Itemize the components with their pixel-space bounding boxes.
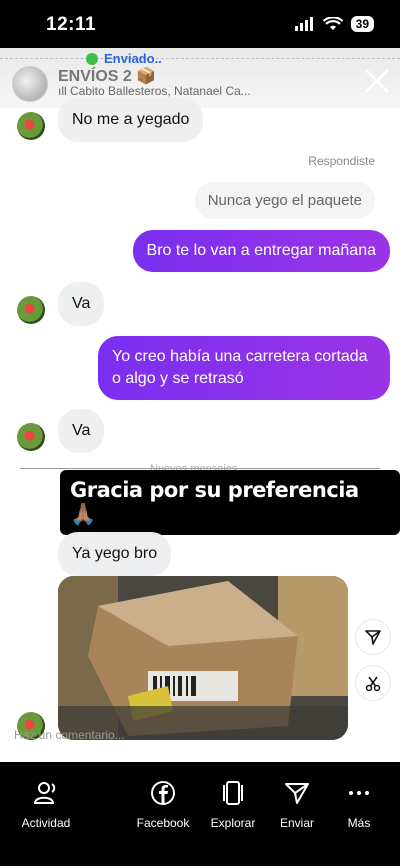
- nav-facebook[interactable]: Facebook: [123, 778, 203, 830]
- signal-icon: [294, 17, 313, 31]
- online-dot-icon: [86, 53, 98, 65]
- status-bar: 12:11 39: [0, 0, 400, 48]
- story-content[interactable]: Enviado.. ENVÍOS 2 📦 ıll Cabito Balleste…: [0, 48, 400, 762]
- nav-activity[interactable]: Actividad: [6, 778, 86, 830]
- nav-label: Actividad: [21, 816, 71, 830]
- message-bubble-outgoing[interactable]: Yo creo había una carretera cortada o al…: [98, 336, 390, 400]
- story-caption: Gracia por su preferencia 🙏🏽: [60, 470, 400, 535]
- comment-input[interactable]: Haz un comentario...: [14, 728, 125, 742]
- group-participants[interactable]: ıll Cabito Ballesteros, Natanael Ca...: [58, 84, 251, 98]
- bottom-navigation: Actividad Facebook Explorar Enviar Más: [0, 762, 400, 866]
- participants-text: Cabito Ballesteros, Natanael Ca...: [70, 84, 251, 98]
- share-button[interactable]: [356, 620, 390, 654]
- message-bubble-outgoing[interactable]: Bro te lo van a entregar mañana: [132, 230, 390, 272]
- sent-status: Enviado..: [104, 51, 162, 66]
- cutout-button[interactable]: [356, 666, 390, 700]
- audio-icon: ıll: [58, 84, 70, 98]
- send-icon: [285, 783, 309, 804]
- send-icon: [365, 630, 381, 645]
- wifi-icon: [322, 17, 343, 30]
- message-bubble-incoming[interactable]: No me a yegado: [58, 98, 204, 142]
- group-title[interactable]: ENVÍOS 2 📦: [58, 66, 156, 86]
- reply-label: Respondiste: [308, 154, 375, 168]
- group-avatar[interactable]: [12, 66, 48, 102]
- message-bubble-incoming[interactable]: Va: [58, 409, 105, 453]
- activity-icon: [33, 782, 56, 804]
- header-dashed-line: [0, 58, 400, 60]
- status-time: 12:11: [46, 14, 97, 35]
- nav-more[interactable]: Más: [319, 778, 399, 830]
- facebook-icon: [151, 781, 175, 805]
- message-bubble-incoming[interactable]: Ya yego bro: [58, 532, 172, 576]
- chat-header: Enviado.. ENVÍOS 2 📦 ıll Cabito Balleste…: [0, 48, 400, 108]
- package-photo[interactable]: [58, 576, 348, 740]
- nav-label: Más: [347, 816, 371, 830]
- replied-message[interactable]: Nunca yego el paquete: [194, 182, 375, 219]
- package-image: [58, 576, 348, 740]
- battery-indicator: 39: [350, 16, 374, 32]
- scissors-icon: [365, 676, 381, 692]
- nav-label: Facebook: [136, 816, 190, 830]
- status-icons: 39: [294, 16, 374, 32]
- sender-avatar[interactable]: [17, 423, 45, 451]
- sender-avatar[interactable]: [17, 112, 45, 140]
- message-bubble-incoming[interactable]: Va: [58, 282, 105, 326]
- explore-icon: [223, 781, 243, 805]
- sender-avatar[interactable]: [17, 296, 45, 324]
- new-messages-divider: [20, 468, 380, 469]
- more-icon: [349, 791, 369, 795]
- close-icon[interactable]: [364, 68, 390, 94]
